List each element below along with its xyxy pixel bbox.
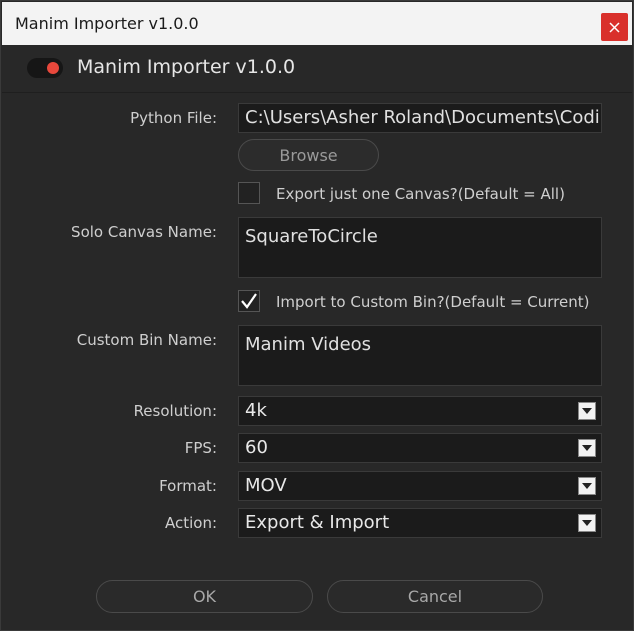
browse-button[interactable]: Browse — [238, 139, 379, 171]
import-custom-bin-checkbox[interactable] — [238, 290, 260, 312]
resolution-select[interactable]: 4k — [238, 396, 602, 426]
cancel-button[interactable]: Cancel — [327, 580, 543, 613]
custom-bin-input[interactable]: Manim Videos — [238, 325, 602, 386]
close-button[interactable] — [601, 13, 628, 41]
fps-label: FPS: — [184, 439, 217, 457]
toggle-switch-icon[interactable] — [27, 58, 63, 78]
header-title: Manim Importer v1.0.0 — [77, 56, 296, 78]
format-value: MOV — [245, 475, 287, 496]
solo-canvas-label: Solo Canvas Name: — [71, 223, 217, 241]
action-label: Action: — [164, 514, 217, 532]
checkmark-icon — [241, 293, 257, 309]
chevron-down-icon[interactable] — [578, 514, 596, 532]
ok-button[interactable]: OK — [96, 580, 313, 613]
custom-bin-label: Custom Bin Name: — [76, 331, 217, 349]
header-bar: Manim Importer v1.0.0 — [2, 45, 632, 93]
title-bar[interactable]: Manim Importer v1.0.0 — [2, 2, 632, 45]
action-select[interactable]: Export & Import — [238, 508, 602, 538]
chevron-down-icon[interactable] — [578, 439, 596, 457]
chevron-down-icon[interactable] — [578, 477, 596, 495]
action-value: Export & Import — [245, 512, 390, 533]
fps-value: 60 — [245, 437, 268, 458]
format-label: Format: — [159, 477, 217, 495]
export-one-canvas-checkbox[interactable] — [238, 182, 260, 204]
resolution-value: 4k — [245, 400, 267, 421]
dialog-window: Manim Importer v1.0.0 Manim Importer v1.… — [0, 0, 634, 631]
format-select[interactable]: MOV — [238, 471, 602, 501]
export-one-canvas-label: Export just one Canvas?(Default = All) — [276, 185, 565, 203]
resolution-label: Resolution: — [133, 402, 217, 420]
fps-select[interactable]: 60 — [238, 433, 602, 463]
python-file-input[interactable]: C:\Users\Asher Roland\Documents\Coding — [238, 103, 602, 133]
python-file-label: Python File: — [130, 109, 217, 127]
close-icon — [609, 21, 620, 33]
window-title: Manim Importer v1.0.0 — [15, 14, 199, 33]
toggle-knob — [47, 62, 59, 74]
solo-canvas-input[interactable]: SquareToCircle — [238, 217, 602, 278]
import-custom-bin-label: Import to Custom Bin?(Default = Current) — [276, 293, 590, 311]
chevron-down-icon[interactable] — [578, 402, 596, 420]
